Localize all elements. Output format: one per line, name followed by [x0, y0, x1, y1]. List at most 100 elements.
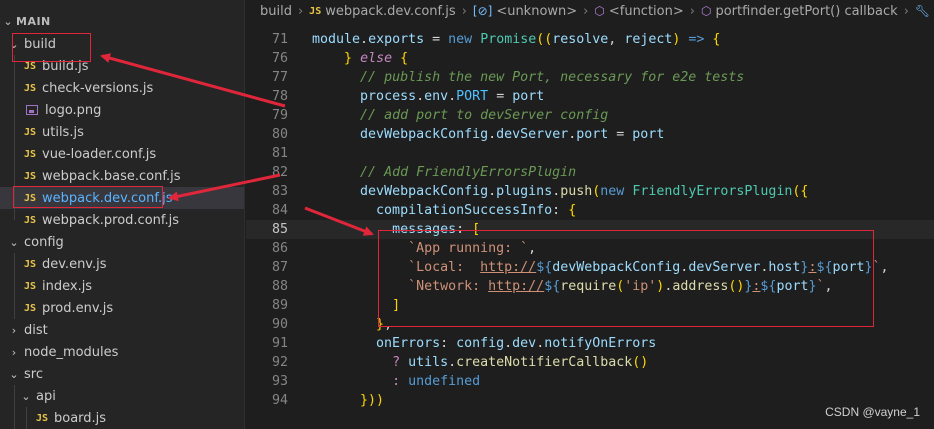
file-prod-env-js[interactable]: JS prod.env.js — [0, 297, 244, 319]
code-token: module — [312, 32, 361, 47]
chevron-down-icon: ⌄ — [21, 389, 31, 403]
breadcrumb-file[interactable]: webpack.dev.conf.js — [325, 4, 455, 19]
line-source: `App running: `, — [312, 239, 536, 258]
line-source: devWebpackConfig.plugins.push(new Friend… — [312, 182, 808, 201]
folder-api[interactable]: ⌄ api — [0, 385, 244, 407]
code-token: address — [672, 279, 729, 294]
code-token: , — [824, 279, 833, 294]
file-dev-env-js[interactable]: JS dev.env.js — [0, 253, 244, 275]
code-line[interactable]: 83 devWebpackConfig.plugins.push(new Fri… — [246, 182, 934, 201]
chevron-down-icon: ⌄ — [9, 367, 19, 381]
explorer-section-header[interactable]: ⌄ MAIN — [0, 10, 244, 32]
folder-src[interactable]: ⌄ src — [0, 363, 244, 385]
line-number: 76 — [271, 51, 288, 66]
folder-build[interactable]: ⌄ build — [0, 33, 244, 55]
tree-item-label: utils.js — [42, 124, 84, 140]
code-line[interactable]: 82 // Add FriendlyErrorsPlugin — [246, 163, 934, 182]
code-token: PORT — [456, 89, 489, 104]
line-number: 86 — [271, 241, 288, 256]
code-line[interactable]: 93 : undefined — [246, 372, 934, 391]
image-file-icon — [26, 105, 38, 115]
code-token: ? — [392, 355, 401, 370]
code-token: `Network: — [408, 279, 489, 294]
code-token: devWebpackConfig — [360, 184, 489, 199]
code-token: devWebpackConfig — [360, 127, 489, 142]
code-line[interactable]: 88 `Network: http://${require('ip').addr… — [246, 277, 934, 296]
file-webpack-prod-conf-js[interactable]: JS webpack.prod.conf.js — [0, 209, 244, 231]
line-source: module.exports = new Promise((resolve, r… — [312, 30, 720, 49]
code-token: , — [384, 317, 393, 332]
js-file-icon: JS — [24, 170, 37, 182]
breadcrumb-unknown[interactable]: <unknown> — [496, 4, 577, 19]
code-line[interactable]: 79 // add port to devServer config — [246, 106, 934, 125]
file-vue-loader-conf-js[interactable]: JS vue-loader.conf.js — [0, 143, 244, 165]
file-logo-png[interactable]: logo.png — [0, 99, 244, 121]
folder-dist[interactable]: › dist — [0, 319, 244, 341]
code-line[interactable]: 91 onErrors: config.dev.notifyOnErrors — [246, 334, 934, 353]
line-number: 82 — [271, 165, 288, 180]
indent-guide — [26, 407, 27, 429]
folder-config[interactable]: ⌄ config — [0, 231, 244, 253]
code-line[interactable]: 86 `App running: `, — [246, 239, 934, 258]
code-token: http:// — [480, 260, 537, 275]
folder-node-modules[interactable]: › node_modules — [0, 341, 244, 363]
code-token: devWebpackConfig — [552, 260, 681, 275]
code-line[interactable]: 92 ? utils.createNotifierCallback() — [246, 353, 934, 372]
code-line[interactable]: 76 } else { — [246, 49, 934, 68]
js-file-icon: JS — [24, 302, 37, 314]
code-line[interactable]: 81 — [246, 144, 934, 163]
tree-item-label: prod.env.js — [42, 300, 114, 316]
code-token: plugins — [496, 184, 553, 199]
code-token: utils — [408, 355, 449, 370]
tree-item-label: webpack.dev.conf.js — [42, 190, 173, 206]
line-number: 90 — [271, 317, 288, 332]
breadcrumb-function[interactable]: <function> — [609, 4, 684, 19]
file-utils-js[interactable]: JS utils.js — [0, 121, 244, 143]
breadcrumb-callback[interactable]: portfinder.getPort() callback — [715, 4, 897, 19]
code-token: else — [360, 51, 393, 66]
file-check-versions-js[interactable]: JS check-versions.js — [0, 77, 244, 99]
code-line[interactable]: 89 ] — [246, 296, 934, 315]
code-line[interactable]: 80 devWebpackConfig.devServer.port = por… — [246, 125, 934, 144]
file-build-js[interactable]: JS build.js — [0, 55, 244, 77]
line-source: compilationSuccessInfo: { — [312, 201, 576, 220]
breadcrumb-folder[interactable]: build — [260, 4, 292, 19]
code-token: http:// — [488, 279, 545, 294]
code-line[interactable]: 87 `Local: http://${devWebpackConfig.dev… — [246, 258, 934, 277]
code-token: ${ — [816, 260, 833, 275]
code-editor[interactable]: build › JS webpack.dev.conf.js › [⊘] <un… — [246, 0, 934, 429]
code-line[interactable]: 84 compilationSuccessInfo: { — [246, 201, 934, 220]
code-token: createNotifierCallback — [456, 355, 633, 370]
line-number: 71 — [271, 32, 288, 47]
code-line[interactable]: 77 // publish the new Port, necessary fo… — [246, 68, 934, 87]
code-token: devServer — [688, 260, 761, 275]
code-line[interactable]: 85 messages: [ — [246, 220, 934, 239]
js-file-icon: JS — [24, 214, 37, 226]
code-line[interactable]: 78 process.env.PORT = port — [246, 87, 934, 106]
file-webpack-base-conf-js[interactable]: JS webpack.base.conf.js — [0, 165, 244, 187]
code-token: reject — [624, 32, 673, 47]
code-line[interactable]: 90 }, — [246, 315, 934, 334]
code-token: compilationSuccessInfo — [376, 203, 553, 218]
file-webpack-dev-conf-js[interactable]: JS webpack.dev.conf.js — [0, 187, 244, 209]
chevron-right-icon: › — [689, 3, 695, 19]
code-token: } — [344, 51, 353, 66]
code-token: . — [488, 127, 497, 142]
js-file-icon: JS — [309, 5, 322, 17]
code-token: // publish the new Port, necessary for e… — [360, 70, 745, 85]
code-line[interactable]: 71 module.exports = new Promise((resolve,… — [246, 30, 934, 49]
file-index-js[interactable]: JS index.js — [0, 275, 244, 297]
code-token: resolve — [552, 32, 609, 47]
code-token: . — [360, 32, 369, 47]
code-token: } — [376, 317, 385, 332]
code-token: () — [632, 355, 649, 370]
file-board-js[interactable]: JS board.js — [0, 407, 244, 429]
explorer-sidebar: ⌄ MAIN ⌄ build JS build.js JS check-versions.js… — [0, 0, 245, 429]
code-token: : — [392, 374, 401, 389]
code-token: process — [360, 89, 417, 104]
